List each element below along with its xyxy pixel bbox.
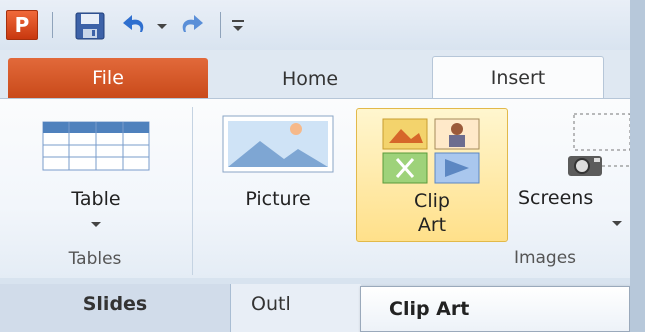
clip-art-label-line1: Clip	[414, 190, 450, 212]
customize-toolbar-icon[interactable]	[230, 18, 246, 34]
tab-outline[interactable]: Outl	[231, 284, 361, 332]
tab-home[interactable]: Home	[230, 60, 390, 98]
toolbar-separator	[52, 12, 53, 38]
screenshot-dropdown-chevron-icon[interactable]	[612, 221, 622, 226]
tab-slides[interactable]: Slides	[0, 284, 231, 332]
ribbon-tabs: File Home Insert	[0, 50, 630, 99]
save-icon[interactable]	[75, 12, 105, 40]
group-divider	[192, 107, 193, 275]
picture-icon	[222, 115, 334, 173]
screenshot-button[interactable]: Screens	[518, 186, 630, 210]
window-edge	[630, 0, 645, 332]
clip-art-button[interactable]: Clip Art	[356, 108, 508, 242]
group-label-tables: Tables	[68, 249, 122, 269]
tab-insert[interactable]: Insert	[432, 56, 604, 99]
powerpoint-logo-icon[interactable]: P	[6, 10, 38, 40]
powerpoint-window: P File Home Insert Table Tables Picture …	[0, 0, 630, 332]
table-dropdown-chevron-icon[interactable]	[91, 222, 101, 227]
clip-art-icon	[382, 118, 480, 184]
clip-art-label-line2: Art	[417, 214, 447, 236]
tab-file[interactable]: File	[8, 58, 208, 98]
clip-art-tooltip: Clip Art	[360, 286, 630, 332]
table-icon	[42, 121, 150, 171]
quick-access-toolbar: P	[0, 0, 630, 50]
toolbar-separator	[220, 12, 221, 38]
screenshot-icon	[568, 113, 630, 176]
table-button[interactable]: Table	[40, 187, 152, 211]
group-label-images: Images	[513, 248, 577, 268]
undo-icon[interactable]	[120, 12, 150, 38]
picture-button[interactable]: Picture	[214, 187, 342, 211]
undo-dropdown-chevron-icon[interactable]	[157, 24, 167, 29]
redo-icon[interactable]	[176, 12, 206, 38]
